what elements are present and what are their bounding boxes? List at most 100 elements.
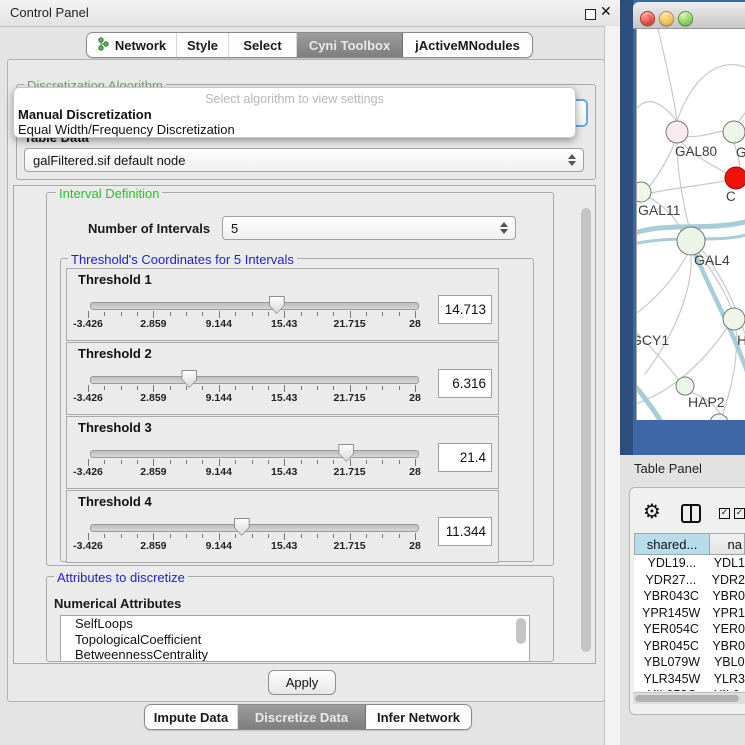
table-data-select[interactable]: galFiltered.sif default node: [24, 148, 584, 172]
network-node[interactable]: [676, 377, 694, 395]
slider-tick: [219, 533, 220, 540]
slider-tick: [137, 534, 138, 538]
slider-tick: [317, 460, 318, 464]
tick-label: 15.43: [271, 466, 297, 478]
node-label: GAL80: [675, 144, 717, 159]
slider-thumb[interactable]: [338, 444, 354, 462]
column-header[interactable]: shared...: [634, 533, 710, 555]
threshold-value-field[interactable]: 6.316: [438, 369, 492, 398]
slider-tick: [170, 312, 171, 316]
table-row[interactable]: YIL052CYIL0: [634, 687, 745, 691]
network-node[interactable]: [666, 121, 688, 143]
control-panel-window: Control Panel ✕ NetworkStyleSelectCyni T…: [0, 0, 620, 745]
slider-tick: [153, 533, 154, 540]
tab-select[interactable]: Select: [229, 33, 297, 57]
table-row[interactable]: YER054CYER0: [634, 621, 745, 638]
column-header[interactable]: na: [710, 533, 745, 555]
gear-icon[interactable]: ⚙: [643, 499, 661, 523]
slider-tick: [333, 534, 334, 538]
threshold-value-field[interactable]: 14.713: [438, 295, 492, 324]
table-cell: YBR0: [708, 638, 745, 655]
slider-tick: [399, 386, 400, 390]
threshold-panel: Threshold 3-3.4262.8599.14415.4321.71528…: [66, 416, 499, 489]
network-node[interactable]: [725, 167, 745, 189]
panel-scrollbar[interactable]: [581, 208, 591, 652]
slider-track[interactable]: [90, 376, 419, 384]
slider-tick: [104, 460, 105, 464]
tab-label: Impute Data: [154, 710, 228, 725]
slider-thumb[interactable]: [269, 296, 285, 314]
apply-button[interactable]: Apply: [268, 670, 336, 695]
algorithm-option[interactable]: Manual Discretization: [14, 107, 575, 122]
slider-tick: [252, 460, 253, 464]
table-data-value: galFiltered.sif default node: [33, 153, 185, 168]
node-table[interactable]: shared...na YDL19...YDL1YDR27...YDR2YBR0…: [634, 533, 745, 691]
numerical-attributes-list[interactable]: SelfLoopsTopologicalCoefficientBetweenne…: [60, 615, 530, 662]
tick-label: 9.144: [206, 392, 232, 404]
slider-tick: [186, 386, 187, 390]
slider-tick: [415, 533, 416, 540]
slider-tick: [317, 312, 318, 316]
slider-tick: [88, 533, 89, 540]
spinner-icon: [568, 154, 576, 166]
slider-track[interactable]: [90, 450, 419, 458]
tab-impute-data[interactable]: Impute Data: [145, 705, 238, 729]
network-node[interactable]: [710, 414, 728, 420]
attribute-item[interactable]: BetweennessCentrality: [61, 647, 529, 662]
apply-button-label: Apply: [286, 675, 319, 690]
slider-tick: [268, 460, 269, 464]
table-row[interactable]: YBL079WYBL0: [634, 654, 745, 671]
table-row[interactable]: YLR345WYLR3: [634, 671, 745, 688]
number-of-intervals-select[interactable]: 5: [222, 216, 516, 240]
table-row[interactable]: YPR145WYPR1: [634, 605, 745, 622]
network-node[interactable]: [637, 182, 651, 202]
tick-label: -3.426: [73, 466, 103, 478]
attribute-item[interactable]: TopologicalCoefficient: [61, 632, 529, 648]
number-of-intervals-label: Number of Intervals: [88, 221, 210, 236]
network-node[interactable]: [723, 121, 745, 143]
slider-track[interactable]: [90, 524, 419, 532]
numerical-attributes-label: Numerical Attributes: [54, 596, 181, 611]
attributes-list-scrollbar[interactable]: [516, 618, 526, 644]
network-canvas[interactable]: GAL80GACGAL11GAL4HGCY1HAP2: [636, 29, 745, 420]
slider-tick: [88, 459, 89, 466]
slider-thumb[interactable]: [181, 370, 197, 388]
slider-tick: [382, 386, 383, 390]
table-cell: YBR045C: [634, 638, 708, 655]
columns-icon[interactable]: [681, 504, 701, 523]
slider-tick: [366, 460, 367, 464]
tab-discretize-data[interactable]: Discretize Data: [238, 705, 366, 729]
tab-jactivemnodules[interactable]: jActiveMNodules: [403, 33, 532, 57]
slider-track[interactable]: [90, 302, 419, 310]
algorithm-option[interactable]: Equal Width/Frequency Discretization: [14, 122, 575, 137]
checkbox-icon[interactable]: ✓: [734, 508, 745, 519]
table-cell: YBL0: [710, 654, 745, 671]
network-node[interactable]: [677, 227, 705, 255]
table-row[interactable]: YBR043CYBR0: [634, 588, 745, 605]
network-node[interactable]: [723, 308, 745, 330]
slider-tick: [88, 385, 89, 392]
tab-style[interactable]: Style: [177, 33, 229, 57]
threshold-value-field[interactable]: 11.344: [438, 517, 492, 546]
slider-tick: [137, 460, 138, 464]
close-traffic-light-icon[interactable]: [640, 11, 655, 26]
close-icon[interactable]: ✕: [600, 3, 612, 20]
minimize-traffic-light-icon[interactable]: [659, 11, 674, 26]
tab-network[interactable]: Network: [87, 33, 177, 57]
zoom-traffic-light-icon[interactable]: [678, 11, 693, 26]
panel-edge: [604, 26, 621, 745]
table-row[interactable]: YDR27...YDR2: [634, 572, 745, 589]
table-cell: YLR3: [710, 671, 745, 688]
table-row[interactable]: YDL19...YDL1: [634, 555, 745, 572]
float-window-icon[interactable]: [585, 9, 596, 20]
slider-tick: [399, 534, 400, 538]
attribute-item[interactable]: SelfLoops: [61, 616, 529, 632]
table-horizontal-scrollbar[interactable]: [633, 692, 745, 704]
table-row[interactable]: YBR045CYBR0: [634, 638, 745, 655]
tab-infer-network[interactable]: Infer Network: [366, 705, 471, 729]
attributes-group-label: Attributes to discretize: [54, 570, 188, 585]
tab-cyni-toolbox[interactable]: Cyni Toolbox: [297, 33, 403, 57]
threshold-value-field[interactable]: 21.4: [438, 443, 492, 472]
algorithm-dropdown-popup: Select algorithm to view settings Manual…: [13, 87, 576, 138]
checkbox-icon[interactable]: ✓: [719, 508, 730, 519]
